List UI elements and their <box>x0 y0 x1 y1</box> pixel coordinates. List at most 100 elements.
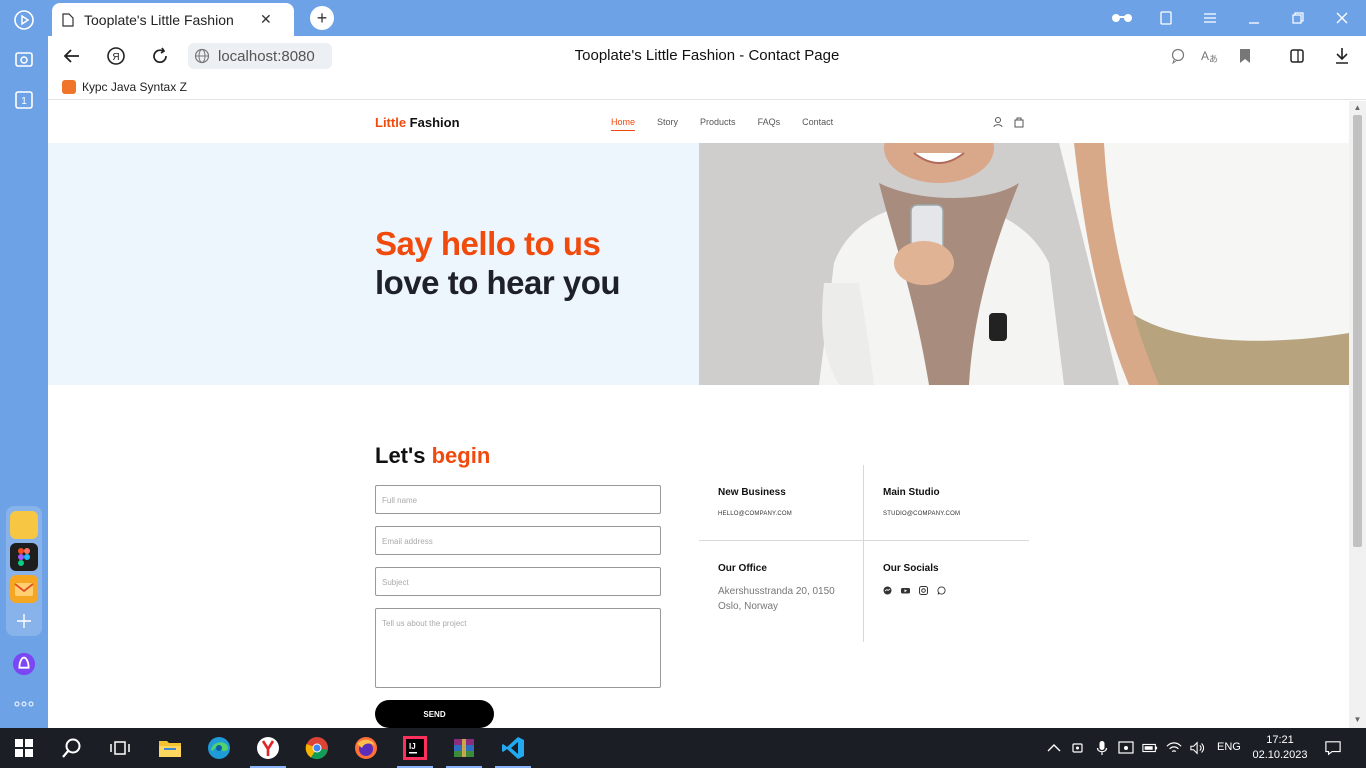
volume-icon[interactable] <box>1190 740 1206 756</box>
task-view-icon[interactable] <box>108 736 132 760</box>
hero-image <box>699 143 1349 385</box>
page-icon <box>62 12 74 27</box>
firefox-icon[interactable] <box>354 736 378 760</box>
form-title-part2: begin <box>431 443 491 468</box>
clock-date: 02.10.2023 <box>1252 749 1308 761</box>
alice-assistant-icon[interactable] <box>12 652 36 676</box>
page-scrollbar[interactable]: ▲ ▼ <box>1349 101 1366 728</box>
mail-app-icon[interactable] <box>10 575 38 603</box>
download-icon[interactable] <box>1331 45 1353 67</box>
extensions-icon[interactable] <box>1287 45 1309 67</box>
address-bar: Я localhost:8080 Tooplate's Little Fashi… <box>48 36 1366 76</box>
new-tab-button[interactable]: + <box>310 6 334 30</box>
brand-accent: Little <box>375 115 407 130</box>
new-business-title: New Business <box>718 487 786 498</box>
office-address-line2: Oslo, Norway <box>718 601 779 612</box>
form-title: Let's begin <box>375 443 490 469</box>
browser-tab[interactable]: Tooplate's Little Fashion ✕ <box>52 3 294 36</box>
yandex-icon[interactable]: Я <box>104 44 128 68</box>
office-title: Our Office <box>718 563 767 574</box>
windows-start-icon[interactable] <box>12 736 36 760</box>
site-navbar: Little Fashion Home Story Products FAQs … <box>48 101 1349 143</box>
nav-links: Home Story Products FAQs Contact <box>611 117 855 131</box>
office-address: Akershusstranda 20, 0150 Oslo, Norway <box>718 584 835 614</box>
main-studio-title: Main Studio <box>883 487 940 498</box>
meet-now-icon[interactable] <box>1070 740 1086 756</box>
nav-link-products[interactable]: Products <box>700 117 736 127</box>
scroll-thumb[interactable] <box>1353 115 1362 547</box>
menu-icon[interactable] <box>1198 8 1222 28</box>
bookmarks-bar: Курс Java Syntax Z <box>48 76 1366 100</box>
search-icon[interactable] <box>60 736 84 760</box>
bookmark-label: Курс Java Syntax Z <box>82 80 187 94</box>
new-business-email[interactable]: HELLO@COMPANY.COM <box>718 511 792 517</box>
more-icon[interactable] <box>12 692 36 716</box>
tab-count-icon[interactable]: 1 <box>12 88 36 112</box>
language-indicator[interactable]: ENG <box>1217 741 1241 753</box>
youtube-icon[interactable] <box>901 586 910 595</box>
bookmark-item[interactable]: Курс Java Syntax Z <box>62 80 187 94</box>
play-icon[interactable] <box>12 8 36 32</box>
reload-icon[interactable] <box>148 44 172 68</box>
email-input[interactable]: Email address <box>375 526 661 555</box>
vscode-icon[interactable] <box>501 736 525 760</box>
taskbar-clock[interactable]: 17:21 02.10.2023 <box>1248 733 1312 763</box>
yandex-browser-icon[interactable] <box>256 736 280 760</box>
translate-icon[interactable]: Aあ <box>1198 45 1220 67</box>
subject-input[interactable]: Subject <box>375 567 661 596</box>
send-button[interactable]: SEND <box>375 700 494 728</box>
info-divider-horizontal <box>699 540 1029 541</box>
restore-icon[interactable] <box>1286 8 1310 28</box>
bookmark-favicon-icon <box>62 80 76 94</box>
browser-sidebar: 1 <box>0 0 48 728</box>
add-app-icon[interactable] <box>12 609 36 633</box>
collections-icon[interactable] <box>1154 8 1178 28</box>
nav-link-contact[interactable]: Contact <box>802 117 833 127</box>
tab-title: Tooplate's Little Fashion <box>84 11 234 28</box>
close-tab-icon[interactable]: ✕ <box>260 11 272 28</box>
comment-icon[interactable] <box>1167 45 1189 67</box>
office-address-line1: Akershusstranda 20, 0150 <box>718 586 835 597</box>
winrar-icon[interactable] <box>452 736 476 760</box>
clock-time: 17:21 <box>1266 734 1294 746</box>
chrome-icon[interactable] <box>305 736 329 760</box>
network-alert-icon[interactable] <box>1118 740 1134 756</box>
battery-icon[interactable] <box>1142 740 1158 756</box>
nav-link-story[interactable]: Story <box>657 117 678 127</box>
edge-icon[interactable] <box>207 736 231 760</box>
svg-text:あ: あ <box>1209 54 1218 64</box>
scroll-up-icon[interactable]: ▲ <box>1353 104 1362 112</box>
bookmark-icon[interactable] <box>1234 45 1256 67</box>
intellij-idea-icon[interactable]: IJ <box>403 736 427 760</box>
instagram-icon[interactable] <box>919 586 928 595</box>
url-field[interactable]: localhost:8080 <box>188 43 332 69</box>
message-textarea[interactable]: Tell us about the project <box>375 608 661 688</box>
user-icon[interactable] <box>992 115 1004 128</box>
microphone-icon[interactable] <box>1094 740 1110 756</box>
cart-icon[interactable] <box>1013 115 1025 128</box>
notes-app-icon[interactable] <box>10 511 38 539</box>
messenger-icon[interactable] <box>883 586 892 595</box>
notifications-icon[interactable] <box>1325 740 1341 756</box>
socials-title: Our Socials <box>883 563 939 574</box>
svg-text:A: A <box>1201 49 1209 63</box>
minimize-icon[interactable] <box>1242 8 1266 28</box>
figma-app-icon[interactable] <box>10 543 38 571</box>
reading-mode-icon[interactable] <box>1110 8 1134 28</box>
nav-link-faqs[interactable]: FAQs <box>758 117 781 127</box>
file-explorer-icon[interactable] <box>158 736 182 760</box>
close-window-icon[interactable] <box>1330 8 1354 28</box>
nav-link-home[interactable]: Home <box>611 117 636 131</box>
globe-icon <box>194 48 210 64</box>
back-icon[interactable] <box>60 44 84 68</box>
main-studio-email[interactable]: STUDIO@COMPANY.COM <box>883 511 960 517</box>
svg-text:IJ: IJ <box>409 742 416 751</box>
scroll-down-icon[interactable]: ▼ <box>1353 716 1362 724</box>
wifi-icon[interactable] <box>1166 740 1182 756</box>
whatsapp-icon[interactable] <box>937 586 946 595</box>
full-name-input[interactable]: Full name <box>375 485 661 514</box>
site-brand[interactable]: Little Fashion <box>375 115 460 130</box>
form-title-part1: Let's <box>375 443 432 468</box>
chevron-up-icon[interactable] <box>1046 740 1062 756</box>
screenshot-icon[interactable] <box>12 48 36 72</box>
